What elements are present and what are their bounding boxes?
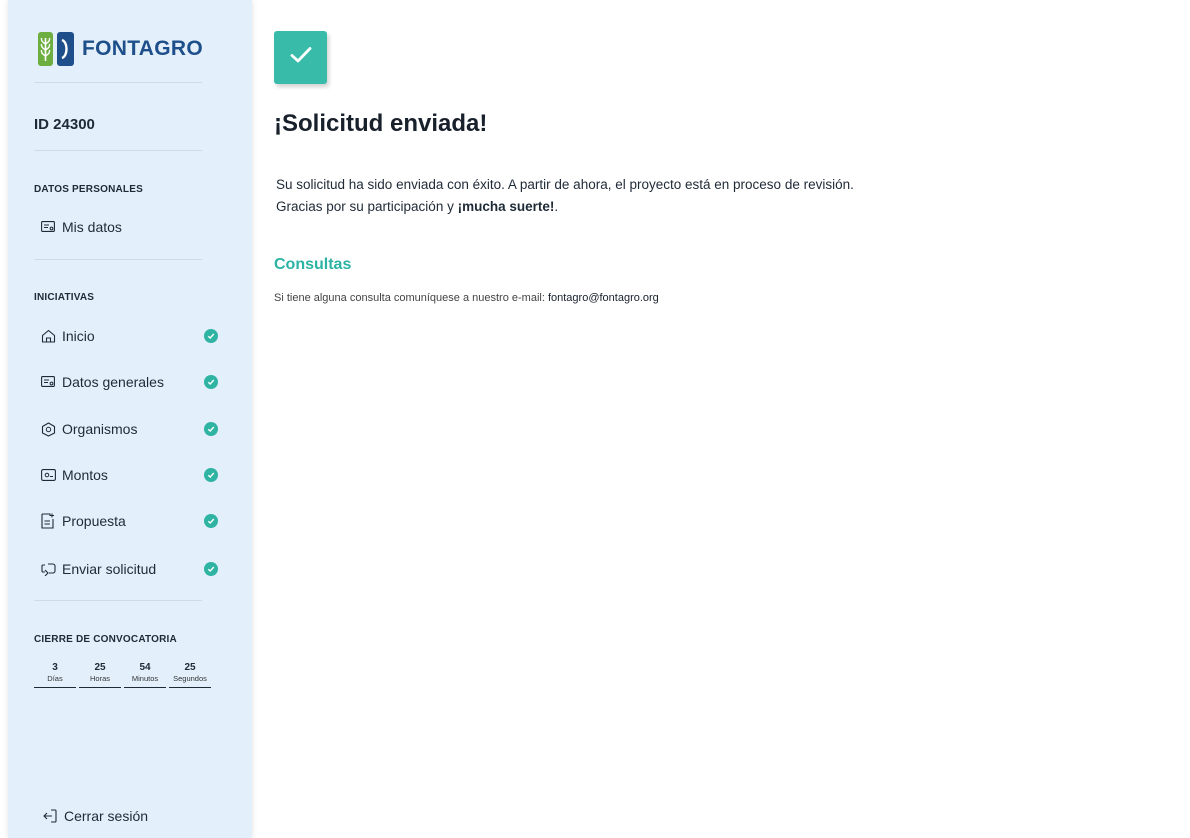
countdown-days: 3 Días	[34, 662, 76, 688]
id-card-icon	[40, 374, 56, 390]
completed-check-icon	[204, 329, 218, 343]
contact-text: Si tiene alguna consulta comuníquese a n…	[274, 292, 548, 304]
divider	[34, 600, 202, 601]
fontagro-logo-icon	[38, 32, 74, 66]
section-title-initiatives: INICIATIVAS	[34, 292, 95, 303]
message-line-2: Gracias por su participación y ¡mucha su…	[276, 196, 854, 218]
app-root: FONTAGRO ID 24300 DATOS PERSONALES Mis d…	[0, 0, 1190, 838]
completed-check-icon	[204, 468, 218, 482]
countdown-hours: 25 Horas	[79, 662, 121, 688]
countdown-label: Minutos	[131, 674, 159, 683]
home-icon	[40, 328, 56, 344]
confirmation-message: Su solicitud ha sido enviada con éxito. …	[276, 174, 854, 218]
completed-check-icon	[204, 562, 218, 576]
message-emphasis: ¡mucha suerte!	[457, 199, 555, 214]
countdown-timer: 3 Días 25 Horas 54 Minutos 25 Segundos	[34, 662, 214, 688]
sidebar-item-enviar-solicitud[interactable]: Enviar solicitud	[40, 557, 220, 581]
sidebar-item-label: Propuesta	[62, 513, 126, 529]
sidebar-item-label: Organismos	[62, 421, 138, 437]
contact-email[interactable]: fontagro@fontagro.org	[548, 292, 659, 304]
sidebar-item-datos-generales[interactable]: Datos generales	[40, 370, 220, 394]
logout-button[interactable]: Cerrar sesión	[42, 808, 148, 824]
section-title-personal: DATOS PERSONALES	[34, 184, 143, 195]
id-card-icon	[40, 219, 56, 235]
money-icon	[40, 467, 56, 483]
countdown-label: Días	[47, 674, 63, 683]
countdown-value: 25	[94, 662, 106, 673]
logout-label: Cerrar sesión	[64, 808, 149, 824]
sidebar-item-inicio[interactable]: Inicio	[40, 324, 220, 348]
sidebar: FONTAGRO ID 24300 DATOS PERSONALES Mis d…	[8, 0, 252, 838]
countdown-seconds: 25 Segundos	[169, 662, 211, 688]
countdown-label: Segundos	[173, 674, 207, 683]
sidebar-item-propuesta[interactable]: Propuesta	[40, 509, 220, 533]
divider	[34, 150, 202, 151]
countdown-value: 3	[52, 662, 58, 673]
page-title: ¡Solicitud enviada!	[274, 110, 488, 137]
sidebar-item-organismos[interactable]: Organismos	[40, 417, 220, 441]
sidebar-item-label: Datos generales	[62, 374, 164, 390]
sidebar-item-label: Inicio	[62, 328, 95, 344]
sidebar-item-label: Enviar solicitud	[62, 561, 157, 577]
check-icon	[290, 46, 312, 69]
contact-title: Consultas	[274, 256, 352, 273]
message-text: .	[554, 199, 559, 214]
completed-check-icon	[204, 514, 218, 528]
brand-name: FONTAGRO	[82, 37, 203, 60]
document-add-icon	[40, 513, 56, 529]
completed-check-icon	[204, 375, 218, 389]
contact-info: Si tiene alguna consulta comuníquese a n…	[274, 292, 659, 304]
main-content: ¡Solicitud enviada! Su solicitud ha sido…	[252, 0, 1190, 838]
countdown-value: 25	[184, 662, 196, 673]
divider	[34, 259, 202, 260]
divider	[34, 82, 202, 83]
sidebar-item-label: Mis datos	[62, 219, 122, 235]
building-icon	[40, 421, 56, 437]
send-icon	[40, 561, 56, 577]
sidebar-item-mis-datos[interactable]: Mis datos	[40, 215, 220, 239]
countdown-title: CIERRE DE CONVOCATORIA	[34, 634, 177, 645]
message-line-1: Su solicitud ha sido enviada con éxito. …	[276, 177, 854, 192]
countdown-minutes: 54 Minutos	[124, 662, 166, 688]
sidebar-item-montos[interactable]: Montos	[40, 463, 220, 487]
application-id: ID 24300	[34, 116, 95, 133]
countdown-value: 54	[139, 662, 151, 673]
success-status	[274, 31, 327, 84]
completed-check-icon	[204, 422, 218, 436]
countdown-label: Horas	[89, 674, 110, 683]
logout-icon	[42, 808, 58, 824]
sidebar-item-label: Montos	[62, 467, 108, 483]
fontagro-logo[interactable]: FONTAGRO	[38, 32, 203, 66]
message-text: Gracias por su participación y	[276, 199, 458, 214]
